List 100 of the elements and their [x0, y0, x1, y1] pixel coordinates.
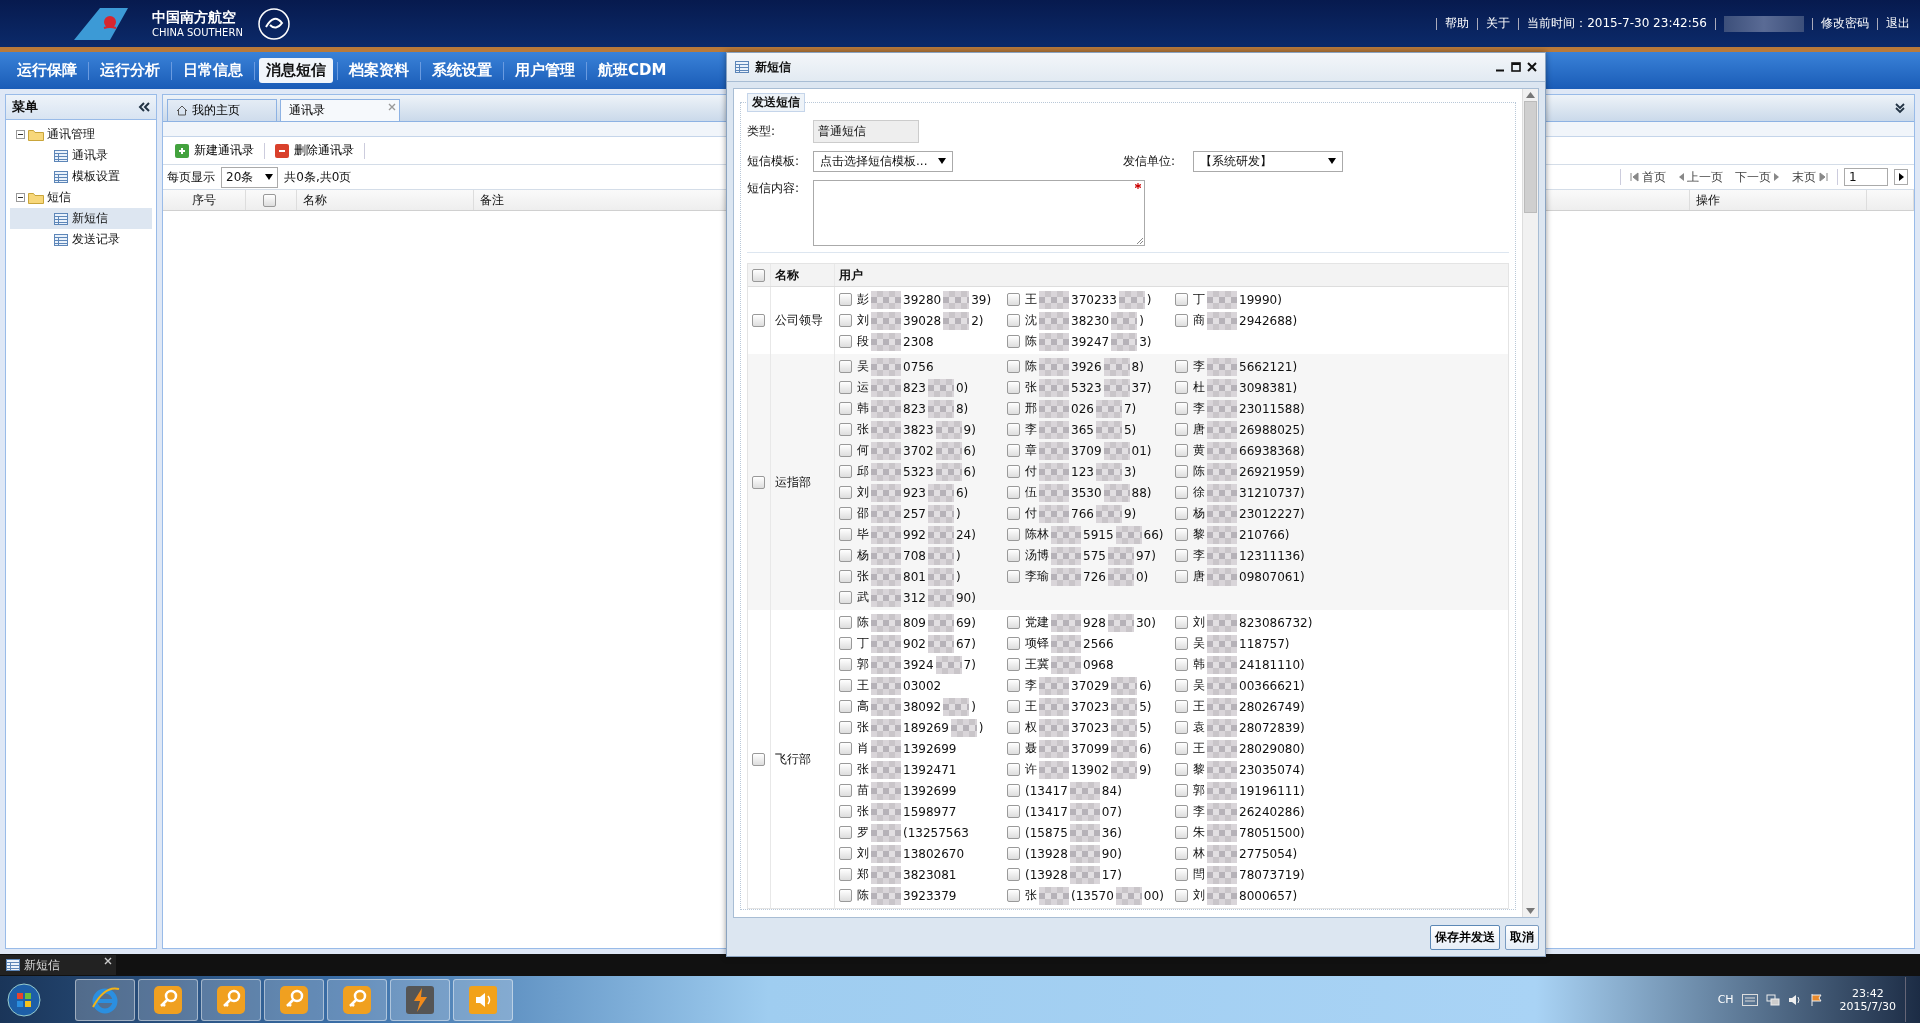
sender-select[interactable]: 【系统研发】 [1193, 150, 1343, 172]
tree-item[interactable]: 发送记录 [10, 229, 152, 250]
tree-item[interactable]: 通讯管理 [47, 126, 95, 143]
tree-item[interactable]: 短信 [47, 189, 71, 206]
collapse-icon[interactable] [16, 193, 25, 202]
scroll-down-icon[interactable] [1526, 908, 1535, 914]
toolbar-button[interactable]: 新建通讯录 [171, 142, 258, 159]
page-size-select[interactable]: 20条 [221, 166, 279, 188]
checkbox[interactable] [1175, 528, 1188, 541]
checkbox[interactable] [839, 637, 852, 650]
checkbox[interactable] [1007, 868, 1020, 881]
checkbox[interactable] [1175, 742, 1188, 755]
checkbox[interactable] [263, 193, 276, 207]
checkbox[interactable] [1007, 381, 1020, 394]
header-link[interactable]: 帮助 [1445, 15, 1470, 32]
checkbox[interactable] [1175, 784, 1188, 797]
checkbox[interactable] [839, 616, 852, 629]
language-indicator[interactable]: CH [1717, 993, 1734, 1006]
pager-button[interactable]: 下一页 [1732, 168, 1783, 186]
checkbox[interactable] [1007, 402, 1020, 415]
checkbox[interactable] [1175, 507, 1188, 520]
checkbox[interactable] [1007, 507, 1020, 520]
nav-tab[interactable]: 用户管理 [508, 58, 582, 83]
checkbox[interactable] [839, 465, 852, 478]
checkbox[interactable] [752, 314, 765, 327]
checkbox[interactable] [839, 549, 852, 562]
checkbox[interactable] [839, 486, 852, 499]
pager-button[interactable]: 首页 [1627, 168, 1669, 186]
close-icon[interactable] [1527, 62, 1537, 72]
header-link[interactable]: 关于 [1486, 15, 1511, 32]
checkbox[interactable] [1007, 335, 1020, 348]
resize-grip-icon[interactable] [1136, 237, 1143, 244]
taskbar-app[interactable] [264, 978, 324, 1021]
checkbox[interactable] [1007, 528, 1020, 541]
checkbox[interactable] [1007, 637, 1020, 650]
nav-tab[interactable]: 日常信息 [176, 58, 250, 83]
checkbox[interactable] [839, 314, 852, 327]
checkbox[interactable] [839, 721, 852, 734]
checkbox[interactable] [1175, 314, 1188, 327]
checkbox[interactable] [1175, 868, 1188, 881]
checkbox[interactable] [752, 268, 765, 282]
tab[interactable]: 通讯录 [280, 99, 400, 121]
checkbox[interactable] [1175, 721, 1188, 734]
checkbox[interactable] [1007, 889, 1020, 902]
checkbox[interactable] [839, 360, 852, 373]
nav-tab[interactable]: 运行分析 [93, 58, 167, 83]
checkbox[interactable] [839, 293, 852, 306]
checkbox[interactable] [839, 700, 852, 713]
checkbox[interactable] [839, 679, 852, 692]
scrollbar-thumb[interactable] [1524, 101, 1537, 213]
checkbox[interactable] [1007, 314, 1020, 327]
taskbar-app[interactable] [327, 978, 387, 1021]
header-link[interactable]: 修改密码 [1821, 15, 1869, 32]
checkbox[interactable] [1175, 360, 1188, 373]
checkbox[interactable] [839, 763, 852, 776]
checkbox[interactable] [839, 423, 852, 436]
checkbox[interactable] [752, 752, 765, 766]
collapse-icon[interactable] [16, 130, 25, 139]
nav-tab[interactable]: 档案资料 [342, 58, 416, 83]
page-input[interactable]: 1 [1844, 168, 1888, 186]
checkbox[interactable] [839, 528, 852, 541]
maximize-icon[interactable] [1511, 62, 1521, 72]
keyboard-icon[interactable] [1741, 993, 1758, 1006]
type-field[interactable]: 普通短信 [813, 119, 919, 143]
checkbox[interactable] [1007, 700, 1020, 713]
nav-tab[interactable]: 航班CDM [591, 58, 674, 83]
tab[interactable]: 我的主页 [167, 99, 277, 121]
taskbar-app[interactable] [453, 978, 513, 1021]
checkbox[interactable] [1007, 293, 1020, 306]
checkbox[interactable] [1175, 805, 1188, 818]
checkbox[interactable] [1175, 679, 1188, 692]
flag-icon[interactable] [1809, 992, 1824, 1007]
checkbox[interactable] [1175, 570, 1188, 583]
checkbox[interactable] [752, 475, 765, 489]
checkbox[interactable] [1175, 763, 1188, 776]
checkbox[interactable] [839, 591, 852, 604]
pager-button[interactable]: 上一页 [1675, 168, 1726, 186]
dialog-button[interactable]: 取消 [1505, 924, 1539, 950]
collapse-icon[interactable] [138, 102, 150, 112]
toolbar-button[interactable]: 删除通讯录 [271, 142, 358, 159]
nav-tab[interactable]: 运行保障 [10, 58, 84, 83]
checkbox[interactable] [1175, 444, 1188, 457]
chevron-down-icon[interactable] [1894, 102, 1906, 114]
checkbox[interactable] [1175, 381, 1188, 394]
minimized-window-tab[interactable]: 新短信 [0, 955, 116, 975]
checkbox[interactable] [839, 826, 852, 839]
checkbox[interactable] [1175, 616, 1188, 629]
checkbox[interactable] [1175, 847, 1188, 860]
checkbox[interactable] [1175, 658, 1188, 671]
taskbar-app[interactable] [138, 978, 198, 1021]
checkbox[interactable] [839, 658, 852, 671]
checkbox[interactable] [1175, 889, 1188, 902]
nav-tab[interactable]: 系统设置 [425, 58, 499, 83]
dialog-button[interactable]: 保存并发送 [1430, 924, 1500, 950]
taskbar-app[interactable] [201, 978, 261, 1021]
checkbox[interactable] [1175, 402, 1188, 415]
checkbox[interactable] [1007, 360, 1020, 373]
pager-button[interactable]: 末页 [1789, 168, 1831, 186]
taskbar-app[interactable] [75, 978, 135, 1021]
checkbox[interactable] [1007, 549, 1020, 562]
